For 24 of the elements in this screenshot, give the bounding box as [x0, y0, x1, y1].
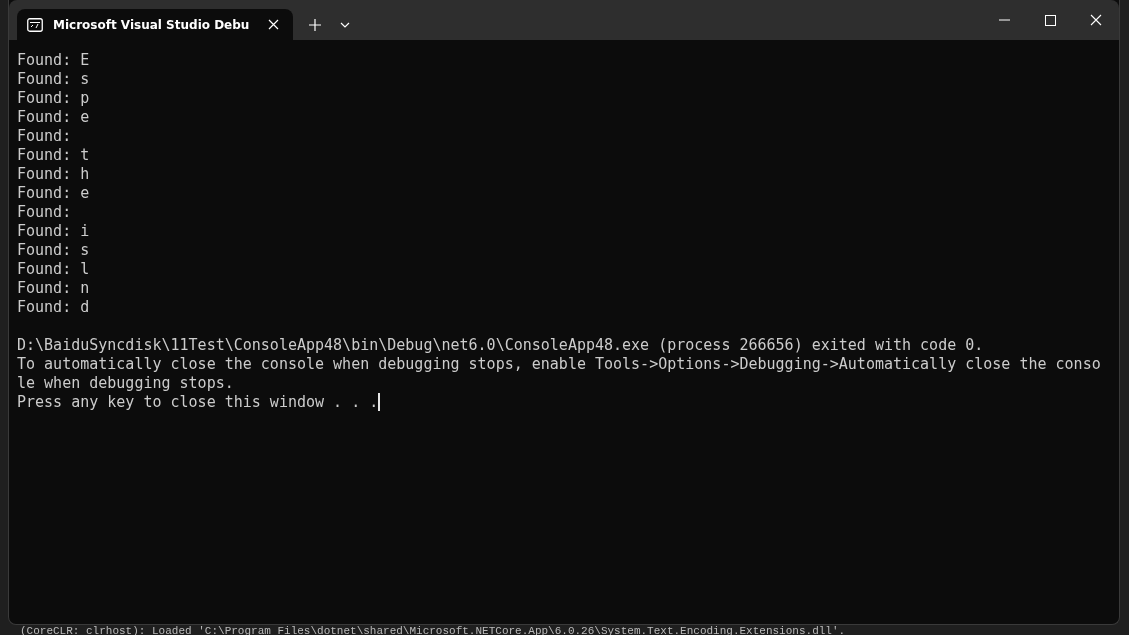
console-line: Found: s: [17, 70, 91, 89]
console-line: Found: p: [17, 89, 91, 108]
console-line: Found: t: [17, 146, 91, 165]
console-line: Found:: [17, 127, 73, 146]
console-line: Found: l: [17, 260, 91, 279]
console-line: Found: n: [17, 279, 91, 298]
maximize-icon[interactable]: [1044, 14, 1056, 26]
close-icon[interactable]: [1090, 14, 1102, 26]
console-line: Found: i: [17, 222, 91, 241]
terminal-tab[interactable]: Microsoft Visual Studio Debu: [17, 9, 294, 40]
console-line: D:\BaiduSyncdisk\11Test\ConsoleApp48\bin\Debug\net6.0\ConsoleApp48.exe (process 266656) exited with code 0.: [17, 336, 985, 355]
console-line: Found: e: [17, 108, 91, 127]
tab-title: Microsoft Visual Studio Debu: [53, 17, 250, 32]
console-line: Found: E: [17, 51, 91, 70]
terminal-icon: [27, 17, 43, 32]
console-line: To automatically close the console when debugging stops, enable Tools->Options->Debugging->Automatically close the conso: [17, 355, 1102, 374]
console-line: Found: s: [17, 241, 91, 260]
console-line: Press any key to close this window . . .: [17, 393, 382, 412]
console-line: Found: e: [17, 184, 91, 203]
console-line: Found: d: [17, 298, 91, 317]
console-line: Found: h: [17, 165, 91, 184]
minimize-icon[interactable]: [998, 19, 1010, 21]
console-line: Found:: [17, 203, 73, 222]
console-line: le when debugging stops.: [17, 374, 235, 393]
